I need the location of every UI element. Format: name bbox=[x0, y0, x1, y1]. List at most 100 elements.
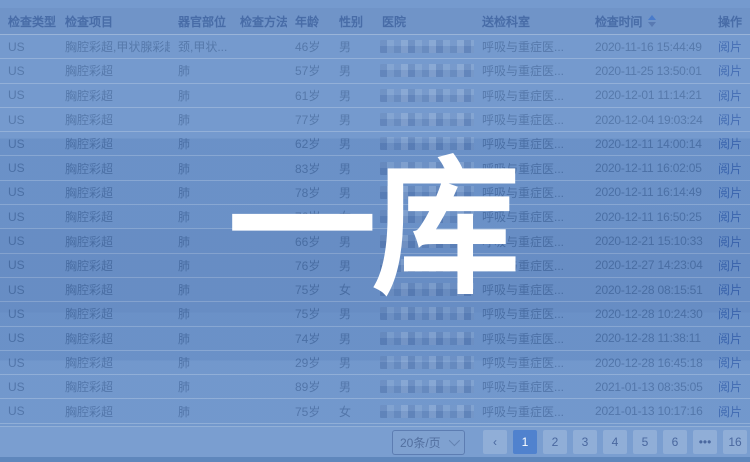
sort-icon[interactable] bbox=[648, 15, 656, 27]
hospital-redacted-block bbox=[380, 235, 474, 248]
page-button-5[interactable]: 5 bbox=[633, 430, 657, 454]
cell-exam-item: 胸腔彩超 bbox=[57, 281, 170, 298]
page-button-2[interactable]: 2 bbox=[543, 430, 567, 454]
cell-department: 呼吸与重症医... bbox=[474, 305, 587, 322]
view-film-link[interactable]: 阅片 bbox=[718, 64, 742, 78]
cell-exam-type: US bbox=[0, 185, 57, 199]
view-film-link[interactable]: 阅片 bbox=[718, 356, 742, 370]
cell-organ: 肺 bbox=[170, 111, 232, 128]
sort-desc-icon[interactable] bbox=[648, 22, 656, 27]
cell-exam-type: US bbox=[0, 88, 57, 102]
cell-gender: 女 bbox=[331, 281, 374, 298]
page-button-4[interactable]: 4 bbox=[603, 430, 627, 454]
cell-age: 76岁 bbox=[287, 208, 331, 225]
cell-age: 57岁 bbox=[287, 62, 331, 79]
view-film-link[interactable]: 阅片 bbox=[718, 380, 742, 394]
cell-exam-time: 2020-11-16 15:44:49 bbox=[587, 40, 710, 54]
cell-organ: 肺 bbox=[170, 378, 232, 395]
cell-organ: 肺 bbox=[170, 354, 232, 371]
cell-age: 61岁 bbox=[287, 87, 331, 104]
column-header-label: 检查方法 bbox=[240, 13, 287, 30]
cell-hospital bbox=[374, 210, 474, 223]
view-film-link[interactable]: 阅片 bbox=[718, 113, 742, 127]
cell-exam-item: 胸腔彩超 bbox=[57, 208, 170, 225]
view-film-link[interactable]: 阅片 bbox=[718, 186, 742, 200]
table-row: US 胸腔彩超 肺 75岁 女 呼吸与重症医... 2020-12-28 08:… bbox=[0, 278, 750, 302]
column-header-label: 检查类型 bbox=[8, 13, 56, 30]
cell-hospital bbox=[374, 162, 474, 175]
cell-hospital bbox=[374, 307, 474, 320]
cell-exam-type: US bbox=[0, 161, 57, 175]
cell-exam-time: 2020-12-21 15:10:33 bbox=[587, 234, 710, 248]
cell-gender: 男 bbox=[331, 330, 374, 347]
view-film-link[interactable]: 阅片 bbox=[718, 235, 742, 249]
cell-organ: 肺 bbox=[170, 135, 232, 152]
cell-action: 阅片 bbox=[710, 305, 750, 322]
view-film-link[interactable]: 阅片 bbox=[718, 405, 742, 419]
cell-exam-time: 2020-12-04 19:03:24 bbox=[587, 113, 710, 127]
page-size-select[interactable]: 20条/页 bbox=[392, 430, 465, 455]
page-button-1[interactable]: 1 bbox=[513, 430, 537, 454]
column-header-hospital: 医院 bbox=[374, 13, 474, 30]
view-film-link[interactable]: 阅片 bbox=[718, 332, 742, 346]
cell-action: 阅片 bbox=[710, 111, 750, 128]
hospital-redacted-block bbox=[380, 380, 474, 393]
cell-gender: 女 bbox=[331, 403, 374, 420]
cell-exam-time: 2020-12-11 16:02:05 bbox=[587, 161, 710, 175]
cell-organ: 肺 bbox=[170, 184, 232, 201]
column-header-method: 检查方法 bbox=[232, 13, 287, 30]
page-button-3[interactable]: 3 bbox=[573, 430, 597, 454]
cell-exam-time: 2021-01-13 08:35:05 bbox=[587, 380, 710, 394]
page-button-6[interactable]: 6 bbox=[663, 430, 687, 454]
view-film-link[interactable]: 阅片 bbox=[718, 307, 742, 321]
cell-organ: 肺 bbox=[170, 330, 232, 347]
cell-gender: 男 bbox=[331, 87, 374, 104]
bottom-edge-strip bbox=[0, 457, 750, 462]
cell-age: 75岁 bbox=[287, 281, 331, 298]
cell-age: 78岁 bbox=[287, 184, 331, 201]
view-film-link[interactable]: 阅片 bbox=[718, 259, 742, 273]
page-button-16[interactable]: 16 bbox=[723, 430, 747, 454]
cell-exam-time: 2020-11-25 13:50:01 bbox=[587, 64, 710, 78]
cell-exam-item: 胸腔彩超 bbox=[57, 257, 170, 274]
hospital-redacted-block bbox=[380, 64, 474, 77]
column-header-exam-time[interactable]: 检查时间 bbox=[587, 13, 710, 30]
table-row: US 胸腔彩超 肺 66岁 男 呼吸与重症医... 2020-12-21 15:… bbox=[0, 229, 750, 253]
cell-hospital bbox=[374, 64, 474, 77]
cell-gender: 男 bbox=[331, 305, 374, 322]
sort-asc-icon[interactable] bbox=[648, 15, 656, 20]
cell-age: 66岁 bbox=[287, 233, 331, 250]
cell-exam-time: 2021-01-13 10:17:16 bbox=[587, 404, 710, 418]
view-film-link[interactable]: 阅片 bbox=[718, 283, 742, 297]
column-header-label: 性别 bbox=[339, 13, 363, 30]
column-header-exam-type: 检查类型 bbox=[0, 13, 57, 30]
cell-age: 29岁 bbox=[287, 354, 331, 371]
view-film-link[interactable]: 阅片 bbox=[718, 137, 742, 151]
cell-action: 阅片 bbox=[710, 208, 750, 225]
view-film-link[interactable]: 阅片 bbox=[718, 89, 742, 103]
cell-exam-time: 2020-12-01 11:14:21 bbox=[587, 88, 710, 102]
cell-gender: 男 bbox=[331, 111, 374, 128]
table-row: US 胸腔彩超 肺 83岁 男 呼吸与重症医... 2020-12-11 16:… bbox=[0, 156, 750, 180]
table-row: US 胸腔彩超 肺 62岁 男 呼吸与重症医... 2020-12-11 14:… bbox=[0, 132, 750, 156]
column-header-organ: 器官部位 bbox=[170, 13, 232, 30]
cell-department: 呼吸与重症医... bbox=[474, 330, 587, 347]
cell-department: 呼吸与重症医... bbox=[474, 111, 587, 128]
view-film-link[interactable]: 阅片 bbox=[718, 162, 742, 176]
table-row: US 胸腔彩超,甲状腺彩超 颈,甲状... 46岁 男 呼吸与重症医... 20… bbox=[0, 35, 750, 59]
table-row: US 胸腔彩超 肺 29岁 男 呼吸与重症医... 2020-12-28 16:… bbox=[0, 351, 750, 375]
cell-action: 阅片 bbox=[710, 160, 750, 177]
hospital-redacted-block bbox=[380, 89, 474, 102]
cell-gender: 男 bbox=[331, 257, 374, 274]
cell-hospital bbox=[374, 405, 474, 418]
cell-hospital bbox=[374, 113, 474, 126]
cell-department: 呼吸与重症医... bbox=[474, 378, 587, 395]
cell-exam-type: US bbox=[0, 307, 57, 321]
cell-action: 阅片 bbox=[710, 87, 750, 104]
prev-page-button[interactable]: ‹ bbox=[483, 430, 507, 454]
cell-department: 呼吸与重症医... bbox=[474, 160, 587, 177]
page-ellipsis-button[interactable]: ••• bbox=[693, 430, 717, 454]
view-film-link[interactable]: 阅片 bbox=[718, 210, 742, 224]
cell-department: 呼吸与重症医... bbox=[474, 87, 587, 104]
view-film-link[interactable]: 阅片 bbox=[718, 40, 742, 54]
